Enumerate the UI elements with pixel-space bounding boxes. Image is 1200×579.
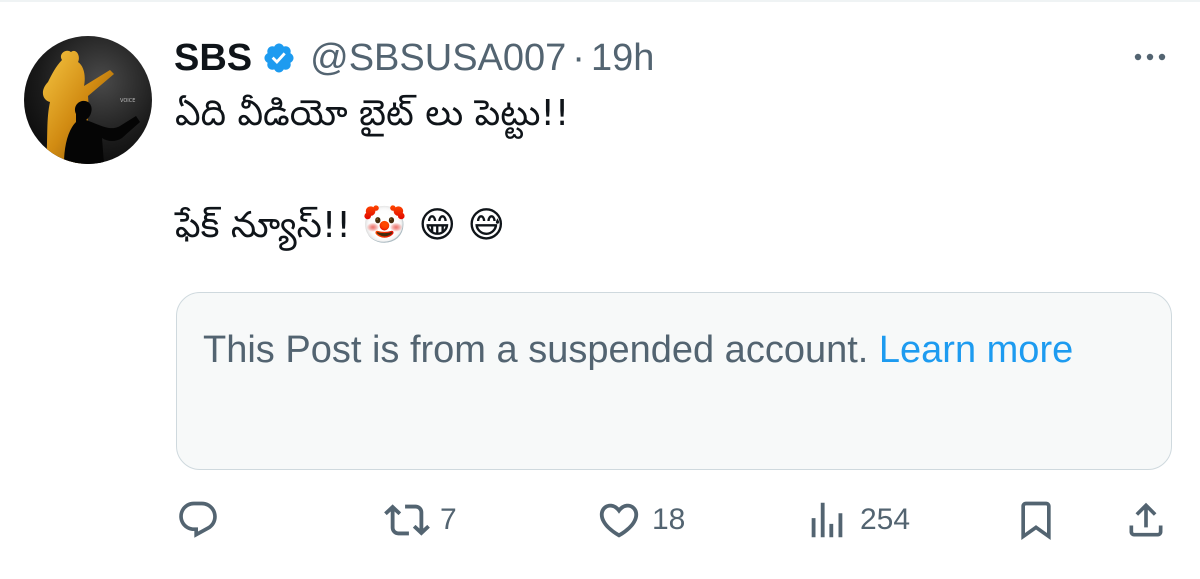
views-count: 254 [860,503,911,536]
like-count: 18 [652,503,686,536]
repost-icon [384,504,430,536]
svg-text:VOICE: VOICE [120,98,135,104]
repost-count: 7 [440,503,457,536]
top-divider [0,0,1200,2]
notice-text: This Post is from a suspended account. [203,329,879,371]
tweet-header: SBS @SBSUSA007 · 19h [174,30,654,86]
timestamp[interactable]: 19h [591,37,654,80]
bookmark-button[interactable] [1014,490,1058,550]
tweet-text: ఏది వీడియో బైట్ లు పెట్టు!! ఫేక్ న్యూస్!… [175,86,1155,254]
separator-dot: · [572,36,585,79]
bookmark-icon [1021,501,1051,541]
avatar[interactable]: VOICE [24,36,152,164]
views-button[interactable]: 254 [804,490,910,550]
share-icon [1129,502,1163,537]
tweet-line-2: ఫేక్ న్యూస్!! 🤡 😁 😅 [175,205,505,246]
repost-button[interactable]: 7 [384,490,457,550]
tweet-line-1: ఏది వీడియో బైట్ లు పెట్టు!! [175,93,570,134]
share-button[interactable] [1124,490,1168,550]
avatar-image: VOICE [42,50,140,164]
reply-button[interactable] [176,490,230,550]
reply-icon [179,501,217,538]
verified-badge-icon [262,41,296,75]
views-icon [811,502,843,538]
more-button[interactable] [1128,40,1172,74]
like-icon [599,503,639,538]
author-handle[interactable]: @SBSUSA007 [310,37,566,80]
action-bar: 7 18 254 [0,490,1200,550]
more-icon [1134,53,1166,61]
suspended-account-notice: This Post is from a suspended account. L… [176,292,1172,470]
author-name[interactable]: SBS [174,37,252,80]
learn-more-link[interactable]: Learn more [879,329,1073,371]
like-button[interactable]: 18 [596,490,685,550]
